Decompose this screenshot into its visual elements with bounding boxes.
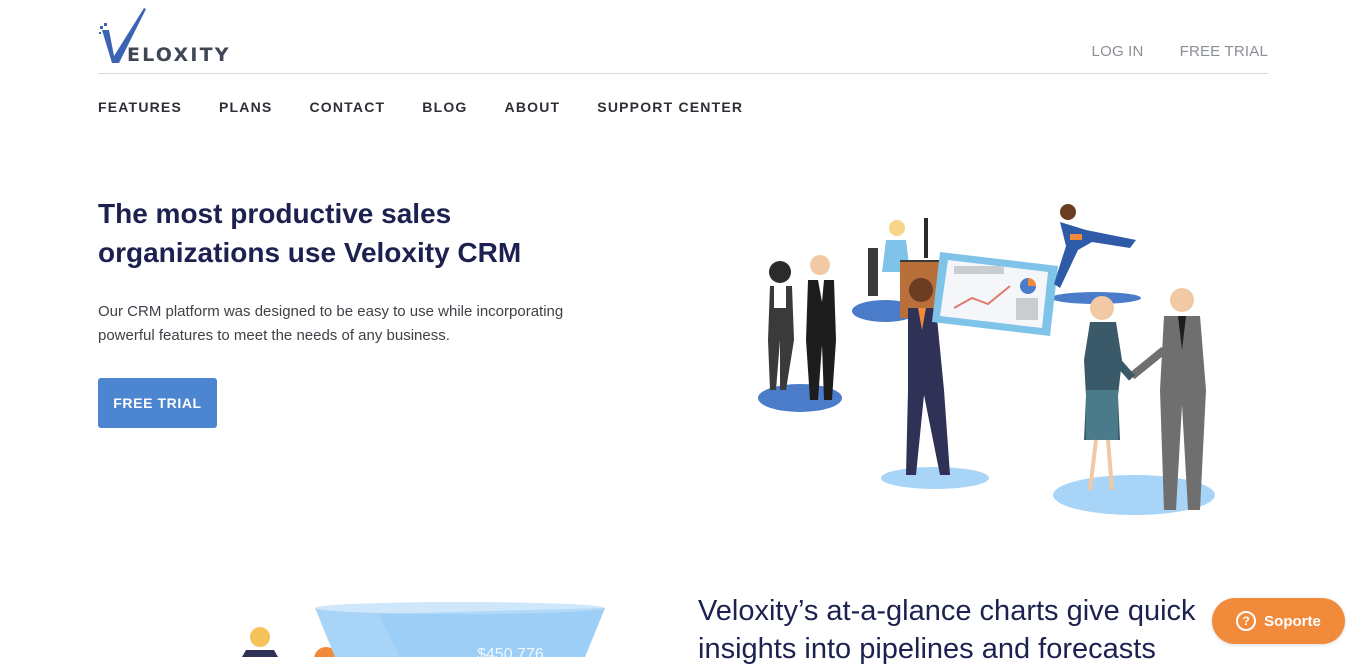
hero-description: Our CRM platform was designed to be easy… [98,303,564,344]
question-icon: ? [1236,611,1257,631]
support-label: Soporte [1264,612,1321,630]
nav-item-features[interactable]: FEATURES [98,99,182,115]
main-nav: FEATURES PLANS CONTACT BLOG ABOUT SUPPOR… [98,99,743,115]
funnel-value: $450,776 [477,646,544,663]
account-links: LOG IN FREE TRIAL [1092,43,1268,60]
hero-title: The most productive sales organizations … [98,198,522,268]
nav-item-blog[interactable]: BLOG [422,99,467,115]
header-divider [98,73,1268,74]
business-team-illustration [758,204,1215,515]
nav-item-contact[interactable]: CONTACT [309,99,385,115]
nav-item-support-center[interactable]: SUPPORT CENTER [597,99,743,115]
nav-item-plans[interactable]: PLANS [219,99,272,115]
free-trial-button[interactable]: FREE TRIAL [98,378,217,428]
free-trial-link[interactable]: FREE TRIAL [1180,43,1268,60]
login-link[interactable]: LOG IN [1092,43,1144,60]
sales-funnel-illustration [242,602,605,657]
veloxity-logo[interactable]: ELOXITY [97,6,232,66]
support-widget-button[interactable]: ? Soporte [1212,598,1345,644]
nav-item-about[interactable]: ABOUT [505,99,561,115]
logo-wordmark: ELOXITY [127,44,231,66]
